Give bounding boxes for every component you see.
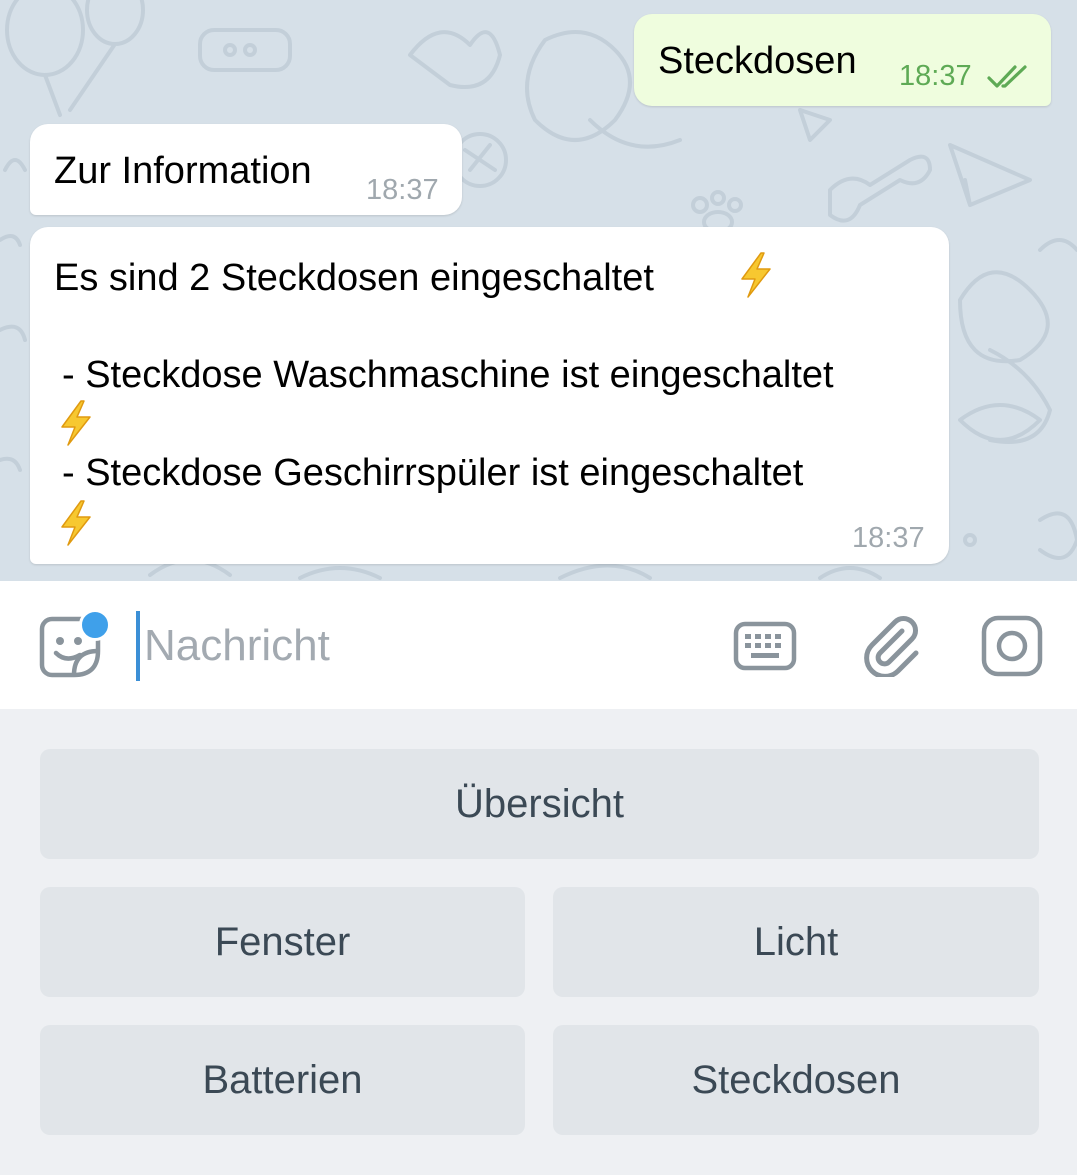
lightning-bolt-icon [56, 499, 96, 547]
message-time: 18:37 [366, 174, 439, 206]
incoming-message-bubble[interactable]: Zur Information 18:37 [30, 124, 462, 215]
message-text: Zur Information [54, 150, 312, 192]
message-line: Es sind 2 Steckdosen eingeschaltet [54, 257, 654, 299]
message-line: - Steckdose Geschirrspüler ist eingescha… [62, 452, 804, 494]
notification-dot [79, 609, 111, 641]
message-line: - Steckdose Waschmaschine ist eingeschal… [62, 354, 834, 396]
chat-area[interactable]: Steckdosen 18:37 Zur Information 18:37 E… [0, 0, 1077, 581]
keyboard-button-batterien[interactable]: Batterien [40, 1025, 525, 1135]
keyboard-button-uebersicht[interactable]: Übersicht [40, 749, 1039, 859]
lightning-bolt-icon [56, 399, 96, 447]
camera-icon [981, 615, 1043, 677]
paperclip-icon [860, 613, 924, 677]
incoming-status-message-bubble[interactable]: Es sind 2 Steckdosen eingeschaltet - Ste… [30, 227, 949, 564]
message-time: 18:37 [899, 60, 972, 92]
double-check-icon [986, 64, 1030, 95]
bot-reply-keyboard: Übersicht Fenster Licht Batterien Steckd… [0, 709, 1077, 1175]
message-time: 18:37 [852, 522, 925, 554]
message-input[interactable] [136, 611, 704, 681]
sticker-button[interactable] [38, 609, 111, 679]
message-text: Steckdosen [658, 40, 857, 82]
keyboard-icon [733, 621, 797, 671]
bot-keyboard-button[interactable] [733, 621, 797, 671]
camera-button[interactable] [981, 615, 1043, 677]
keyboard-button-licht[interactable]: Licht [553, 887, 1039, 997]
keyboard-button-fenster[interactable]: Fenster [40, 887, 525, 997]
lightning-bolt-icon [736, 251, 776, 299]
keyboard-button-steckdosen[interactable]: Steckdosen [553, 1025, 1039, 1135]
outgoing-message-bubble[interactable]: Steckdosen 18:37 [634, 14, 1051, 106]
message-input-bar [0, 581, 1077, 709]
attach-button[interactable] [860, 613, 924, 677]
